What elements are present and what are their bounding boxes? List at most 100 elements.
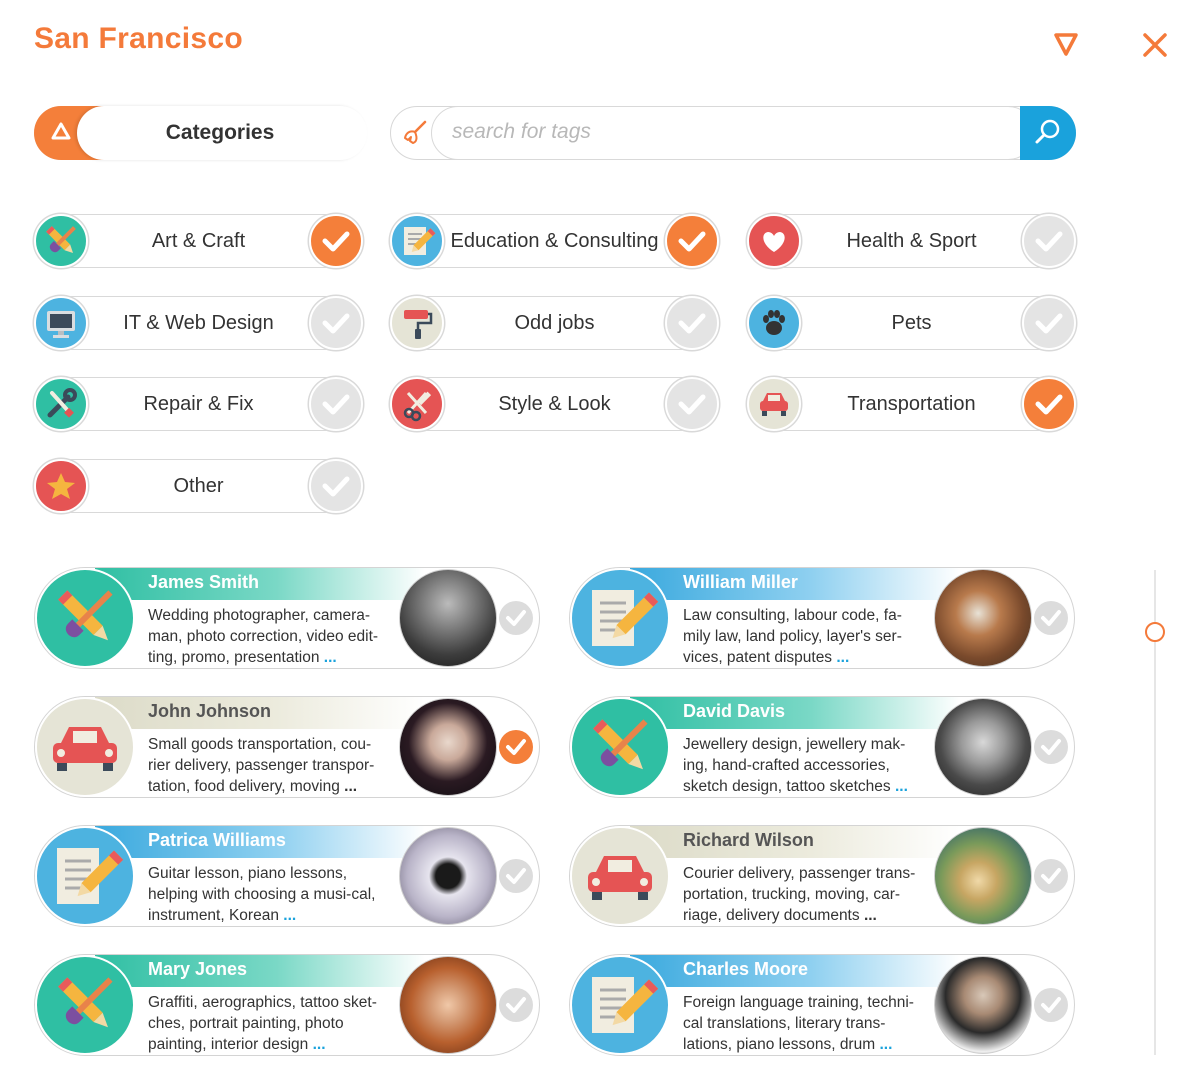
- search-button[interactable]: [1020, 106, 1076, 160]
- category-education-consulting[interactable]: Education & Consulting: [390, 214, 719, 268]
- profile-checkbox[interactable]: [1034, 988, 1068, 1022]
- category-odd-jobs[interactable]: Odd jobs: [390, 296, 719, 350]
- category-checkbox[interactable]: [665, 214, 719, 268]
- profile-card-richard-wilson[interactable]: Richard Wilson Courier delivery, passeng…: [569, 825, 1075, 927]
- category-checkbox[interactable]: [309, 377, 363, 431]
- category-art-craft[interactable]: Art & Craft: [34, 214, 363, 268]
- scissors-comb-icon: [390, 377, 444, 431]
- profile-card-patrica-williams[interactable]: Patrica Williams Guitar lesson, piano le…: [34, 825, 540, 927]
- profile-name-band: [630, 697, 960, 729]
- check-icon: [322, 231, 350, 252]
- category-health-sport[interactable]: Health & Sport: [747, 214, 1076, 268]
- category-label: Health & Sport: [846, 230, 977, 252]
- category-label: Repair & Fix: [143, 393, 254, 415]
- profile-checkbox[interactable]: [1034, 859, 1068, 893]
- category-checkbox[interactable]: [1022, 377, 1076, 431]
- category-other[interactable]: Other: [34, 459, 363, 513]
- check-icon: [506, 739, 526, 755]
- category-label: Art & Craft: [151, 230, 246, 252]
- profile-checkbox[interactable]: [499, 730, 533, 764]
- profile-card-john-johnson[interactable]: John Johnson Small goods transportation,…: [34, 696, 540, 798]
- document-pencil-icon: [35, 826, 135, 926]
- profile-name-band: [95, 955, 425, 987]
- categories-label: Categories: [165, 121, 275, 144]
- profile-name: John Johnson: [148, 701, 271, 721]
- profile-photo[interactable]: [934, 956, 1032, 1054]
- paint-brush-pencil-icon: [35, 568, 135, 668]
- triangle-up-icon: [51, 122, 71, 140]
- search-field-wrap: [431, 106, 1035, 160]
- more-link[interactable]: ...: [313, 1036, 326, 1053]
- profile-checkbox[interactable]: [499, 601, 533, 635]
- profile-photo[interactable]: [934, 827, 1032, 925]
- category-checkbox[interactable]: [309, 296, 363, 350]
- category-checkbox[interactable]: [1022, 296, 1076, 350]
- profile-checkbox[interactable]: [499, 988, 533, 1022]
- check-icon: [1035, 313, 1063, 334]
- search-input[interactable]: [452, 115, 1012, 149]
- category-checkbox[interactable]: [1022, 214, 1076, 268]
- clear-broom-icon[interactable]: [401, 119, 429, 147]
- document-pencil-icon: [570, 568, 670, 668]
- filter-triangle-icon[interactable]: [1052, 30, 1080, 58]
- profile-description: Guitar lesson, piano lessons, helping wi…: [148, 865, 376, 924]
- profile-description: Small goods transportation, cou-rier del…: [148, 736, 375, 795]
- profile-card-mary-jones[interactable]: Mary Jones Graffiti, aerographics, tatto…: [34, 954, 540, 1056]
- car-icon: [747, 377, 801, 431]
- wrench-screwdriver-icon: [34, 377, 88, 431]
- profile-description: Law consulting, labour code, fa-mily law…: [683, 607, 902, 666]
- check-icon: [322, 313, 350, 334]
- profile-photo[interactable]: [399, 827, 497, 925]
- profile-checkbox[interactable]: [1034, 601, 1068, 635]
- monitor-icon: [34, 296, 88, 350]
- category-checkbox[interactable]: [665, 377, 719, 431]
- profile-checkbox[interactable]: [499, 859, 533, 893]
- paint-brush-pencil-icon: [570, 697, 670, 797]
- category-label: Odd jobs: [514, 312, 595, 334]
- scrollbar-track[interactable]: [1154, 570, 1156, 1055]
- check-icon: [1035, 231, 1063, 252]
- check-icon: [1041, 610, 1061, 626]
- paint-roller-icon: [390, 296, 444, 350]
- profile-photo[interactable]: [399, 569, 497, 667]
- categories-toggle[interactable]: Categories: [34, 106, 367, 160]
- profile-checkbox[interactable]: [1034, 730, 1068, 764]
- profile-card-james-smith[interactable]: James Smith Wedding photographer, camera…: [34, 567, 540, 669]
- more-link[interactable]: ...: [344, 778, 357, 795]
- profile-photo[interactable]: [399, 698, 497, 796]
- category-checkbox[interactable]: [665, 296, 719, 350]
- profile-card-william-miller[interactable]: William Miller Law consulting, labour co…: [569, 567, 1075, 669]
- profile-photo[interactable]: [934, 698, 1032, 796]
- more-link[interactable]: ...: [879, 1036, 892, 1053]
- category-checkbox[interactable]: [309, 214, 363, 268]
- category-transportation[interactable]: Transportation: [747, 377, 1076, 431]
- more-link[interactable]: ...: [864, 907, 877, 924]
- more-link[interactable]: ...: [283, 907, 296, 924]
- more-link[interactable]: ...: [324, 649, 337, 666]
- profile-card-david-davis[interactable]: David Davis Jewellery design, jewellery …: [569, 696, 1075, 798]
- category-label: Education & Consulting: [450, 230, 659, 252]
- category-it-web-design[interactable]: IT & Web Design: [34, 296, 363, 350]
- category-label: Pets: [891, 312, 932, 334]
- check-icon: [678, 231, 706, 252]
- category-repair-fix[interactable]: Repair & Fix: [34, 377, 363, 431]
- profile-name: Charles Moore: [683, 959, 809, 979]
- profile-photo[interactable]: [934, 569, 1032, 667]
- category-pets[interactable]: Pets: [747, 296, 1076, 350]
- car-icon: [570, 826, 670, 926]
- more-link[interactable]: ...: [895, 778, 908, 795]
- close-icon[interactable]: [1140, 30, 1170, 60]
- profile-name: David Davis: [683, 701, 786, 721]
- paint-brush-pencil-icon: [34, 214, 88, 268]
- category-style-look[interactable]: Style & Look: [390, 377, 719, 431]
- document-pencil-icon: [390, 214, 444, 268]
- profile-photo[interactable]: [399, 956, 497, 1054]
- scrollbar-handle[interactable]: [1145, 622, 1165, 642]
- profile-card-charles-moore[interactable]: Charles Moore Foreign language training,…: [569, 954, 1075, 1056]
- category-checkbox[interactable]: [309, 459, 363, 513]
- more-link[interactable]: ...: [836, 649, 849, 666]
- check-icon: [506, 997, 526, 1013]
- check-icon: [506, 868, 526, 884]
- check-icon: [506, 610, 526, 626]
- check-icon: [1041, 868, 1061, 884]
